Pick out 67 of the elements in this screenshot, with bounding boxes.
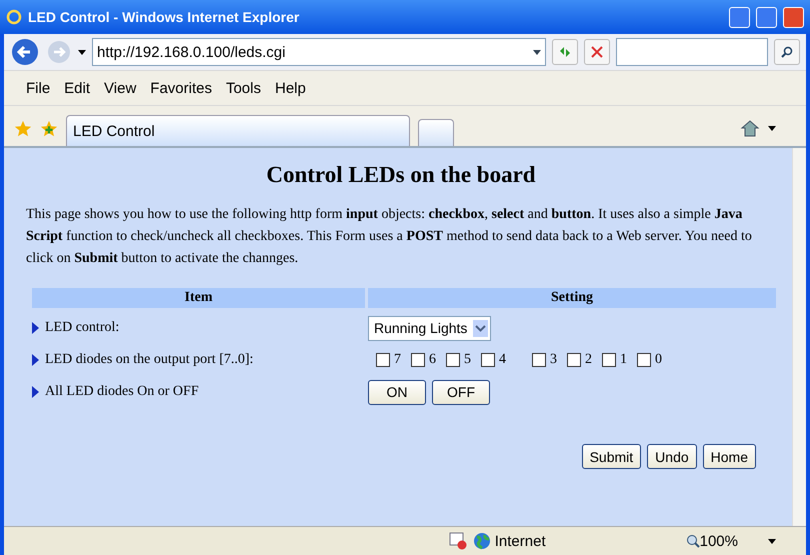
checkbox[interactable] [532, 353, 546, 367]
checkbox[interactable] [567, 353, 581, 367]
row-label: LED control: [45, 320, 120, 336]
browser-tab[interactable]: LED Control [66, 115, 410, 146]
checkbox-label: 4 [499, 352, 506, 368]
blocked-popup-icon [448, 532, 467, 550]
checkbox[interactable] [602, 353, 616, 367]
menu-item[interactable]: Edit [64, 80, 90, 96]
column-header: Setting [368, 288, 776, 308]
checkbox-label: 0 [655, 352, 662, 368]
triangle-icon [32, 386, 39, 398]
checkbox[interactable] [376, 353, 390, 367]
maximize-button[interactable] [756, 6, 777, 28]
intro-paragraph: This page shows you how to use the following http form input objects: checkbox, select and button. It uses also a simple Java Script function to check/uncheck all checkboxes. This Form uses a POST method to send data back to a Web server. You need to click on Submit button to activate the channges. [26, 206, 753, 268]
toggle-button[interactable]: OFF [432, 380, 490, 404]
star-icon[interactable] [14, 120, 32, 138]
column-header: Item [32, 288, 365, 308]
checkbox[interactable] [446, 353, 460, 367]
mode-select[interactable]: Running Lights [368, 316, 492, 340]
window-title: LED Control - Windows Internet Explorer [28, 9, 300, 25]
search-button[interactable] [774, 39, 800, 65]
dropdown-icon[interactable] [533, 50, 541, 54]
toggle-button[interactable]: ON [368, 380, 426, 404]
checkbox-label: 1 [620, 352, 627, 368]
dropdown-icon[interactable] [78, 50, 86, 54]
menu-item[interactable]: File [26, 80, 50, 96]
scrollbar[interactable] [792, 148, 806, 526]
triangle-icon [32, 354, 39, 366]
checkbox-label: 7 [394, 352, 401, 368]
menu-item[interactable]: Help [275, 80, 306, 96]
search-icon [781, 46, 793, 58]
checkbox[interactable] [481, 353, 495, 367]
search-field[interactable] [616, 38, 768, 66]
refresh-button[interactable] [552, 39, 578, 65]
stop-button[interactable] [584, 39, 610, 65]
checkbox-label: 5 [464, 352, 471, 368]
row-label: LED diodes on the output port [7..0]: [45, 352, 254, 368]
menu-item[interactable]: View [104, 80, 136, 96]
checkbox-label: 6 [429, 352, 436, 368]
zone-status: Internet [494, 532, 546, 550]
minimize-button[interactable] [729, 6, 750, 28]
checkbox[interactable] [637, 353, 651, 367]
zoom-icon[interactable] [686, 534, 700, 548]
zoom-level[interactable]: 100% [700, 532, 738, 550]
dropdown-icon[interactable] [768, 538, 776, 544]
menu-item[interactable]: Favorites [150, 80, 212, 96]
checkbox[interactable] [411, 353, 425, 367]
dropdown-icon[interactable] [768, 126, 776, 131]
address-field[interactable]: http://192.168.0.100/leds.cgi [92, 38, 546, 66]
url-text: http://192.168.0.100/leds.cgi [97, 44, 286, 60]
browser-logo-icon [6, 9, 22, 25]
refresh-icon [558, 45, 572, 59]
row-label: All LED diodes On or OFF [45, 384, 199, 400]
triangle-icon [32, 322, 39, 334]
globe-icon [472, 532, 491, 550]
action-button[interactable]: Undo [647, 444, 697, 469]
checkbox-label: 3 [550, 352, 557, 368]
menu-item[interactable]: Tools [226, 80, 261, 96]
checkbox-label: 2 [585, 352, 592, 368]
close-icon [591, 46, 603, 58]
add-favorite-icon[interactable] [40, 120, 58, 138]
action-button[interactable]: Home [702, 444, 756, 469]
page-heading: Control LEDs on the board [265, 162, 537, 188]
back-icon[interactable] [10, 37, 40, 67]
action-button[interactable]: Submit [582, 444, 642, 469]
new-tab-button[interactable] [418, 119, 454, 146]
close-button[interactable] [783, 6, 804, 28]
